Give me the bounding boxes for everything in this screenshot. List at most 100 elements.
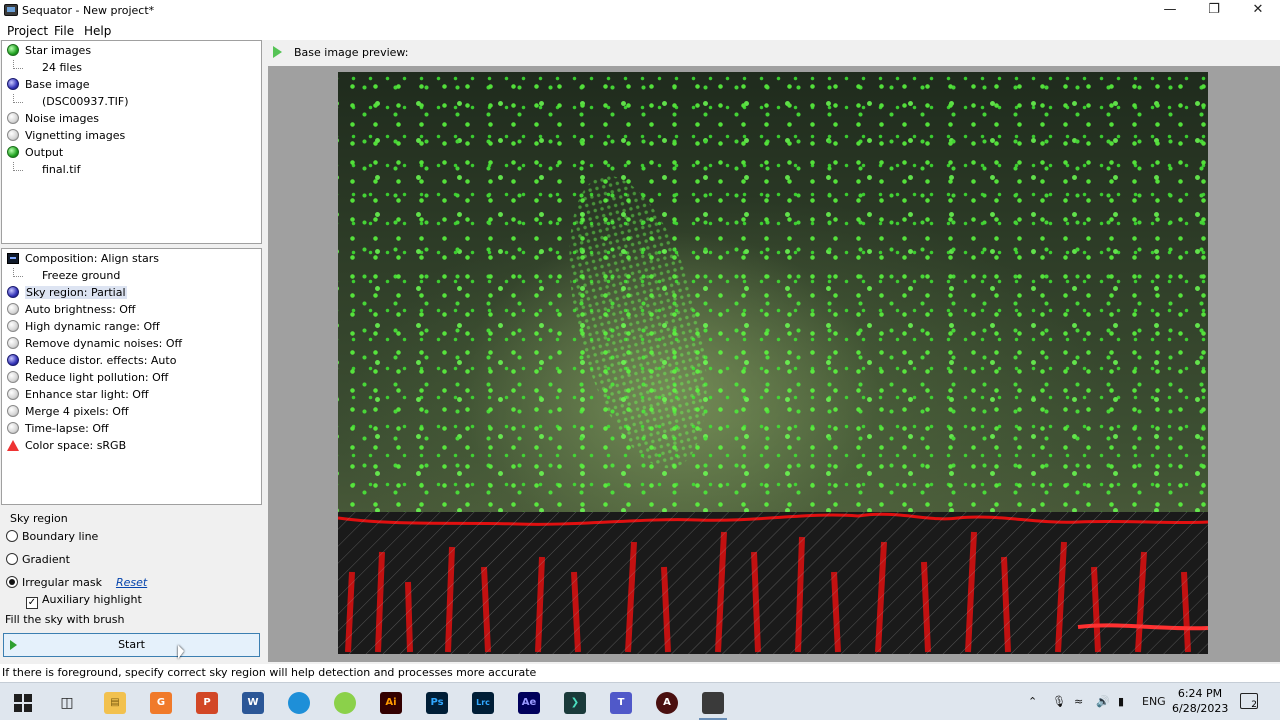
- taskbar-clock[interactable]: 6:24 PM 6/28/2023: [1172, 686, 1228, 716]
- output-label: Output: [25, 146, 64, 159]
- play-icon: [10, 640, 17, 650]
- tree-star-images[interactable]: Star images: [7, 43, 91, 59]
- setting-color-space[interactable]: Color space: sRGB: [7, 438, 126, 454]
- base-image-file[interactable]: (DSC00937.TIF): [42, 94, 129, 110]
- status-blue-icon: [7, 286, 19, 298]
- notification-icon[interactable]: 2: [1240, 693, 1258, 710]
- status-bar: If there is foreground, specify correct …: [0, 664, 1280, 682]
- vignetting-images-label: Vignetting images: [25, 129, 126, 142]
- sequator-taskbar-icon[interactable]: [702, 692, 724, 714]
- reduce-distortion-label: Reduce distor. effects: Auto: [25, 354, 177, 367]
- setting-sky-region[interactable]: Sky region: Partial: [7, 285, 127, 301]
- after-effects-icon[interactable]: Ae: [518, 692, 540, 714]
- gradient-radio[interactable]: Gradient: [6, 552, 70, 568]
- tree-output[interactable]: Output: [7, 145, 63, 161]
- tree-base-image[interactable]: Base image: [7, 77, 90, 93]
- close-icon[interactable]: ✕: [1236, 0, 1280, 22]
- sky-region-label: Sky region: Partial: [25, 286, 127, 299]
- start-button[interactable]: Start: [3, 633, 260, 657]
- composition-icon: [7, 253, 19, 264]
- tree-noise-images[interactable]: Noise images: [7, 111, 99, 127]
- app-a-icon[interactable]: A: [656, 692, 678, 714]
- tree-connector: [13, 268, 23, 277]
- enhance-star-label: Enhance star light: Off: [25, 388, 149, 401]
- minimize-icon[interactable]: —: [1148, 0, 1192, 22]
- setting-composition[interactable]: Composition: Align stars: [7, 251, 159, 267]
- battery-icon[interactable]: ▮: [1118, 692, 1124, 712]
- maximize-icon[interactable]: ❐: [1192, 0, 1236, 22]
- status-gray-icon: [7, 129, 19, 141]
- status-gray-icon: [7, 422, 19, 434]
- status-blue-icon: [7, 78, 19, 90]
- auxiliary-highlight-label: Auxiliary highlight: [42, 593, 142, 606]
- setting-time-lapse[interactable]: Time-lapse: Off: [7, 421, 109, 437]
- noise-images-label: Noise images: [25, 112, 100, 125]
- notification-count: 2: [1251, 700, 1257, 710]
- tree-connector: [13, 94, 23, 103]
- volume-icon[interactable]: 🔊: [1096, 692, 1110, 712]
- setting-merge-4-pixels[interactable]: Merge 4 pixels: Off: [7, 404, 129, 420]
- menu-project[interactable]: Project: [7, 24, 48, 38]
- remove-noises-label: Remove dynamic noises: Off: [25, 337, 183, 350]
- preview-label: Base image preview:: [294, 46, 409, 59]
- task-view-icon[interactable]: ◫: [56, 692, 78, 714]
- clock-time: 6:24 PM: [1177, 687, 1223, 700]
- setting-remove-dynamic-noises[interactable]: Remove dynamic noises: Off: [7, 336, 182, 352]
- title-bar: Sequator - New project* — ❐ ✕: [0, 0, 1280, 22]
- setting-auto-brightness[interactable]: Auto brightness: Off: [7, 302, 136, 318]
- status-gray-icon: [7, 303, 19, 315]
- status-gray-icon: [7, 388, 19, 400]
- file-explorer-icon[interactable]: ▤: [104, 692, 126, 714]
- radio-unselected-icon: [6, 553, 18, 565]
- taskbar: ◫ ▤ G P W Ai Ps Lrc Ae ❯ T A ⌃ 🎙 ≈ 🔊 ▮ E…: [0, 682, 1280, 720]
- tree-connector: [13, 162, 23, 171]
- status-gray-icon: [7, 112, 19, 124]
- gradient-label: Gradient: [22, 553, 70, 566]
- language-indicator[interactable]: ENG: [1142, 692, 1166, 712]
- terminal-app-icon[interactable]: ❯: [564, 692, 586, 714]
- arrow-right-icon: [273, 46, 282, 58]
- setting-high-dynamic-range[interactable]: High dynamic range: Off: [7, 319, 160, 335]
- green-app-icon[interactable]: [334, 692, 356, 714]
- start-label: Start: [118, 638, 145, 651]
- mouse-cursor-icon: [178, 645, 184, 659]
- teams-icon[interactable]: T: [610, 692, 632, 714]
- status-blue-icon: [7, 354, 19, 366]
- boundary-line-radio[interactable]: Boundary line: [6, 529, 98, 545]
- auto-brightness-label: Auto brightness: Off: [25, 303, 136, 316]
- microphone-icon[interactable]: 🎙: [1052, 692, 1066, 712]
- word-icon[interactable]: W: [242, 692, 264, 714]
- base-image-preview[interactable]: [338, 72, 1208, 654]
- auxiliary-highlight-checkbox[interactable]: ✓ Auxiliary highlight: [26, 592, 142, 609]
- color-space-icon: [7, 440, 19, 451]
- menu-file[interactable]: File: [54, 24, 74, 38]
- files-tree-panel: Star images 24 files Base image (DSC0093…: [1, 40, 262, 244]
- freeze-ground-option[interactable]: Freeze ground: [42, 268, 120, 284]
- output-file[interactable]: final.tif: [42, 162, 80, 178]
- menu-bar: Project File Help: [0, 22, 1280, 40]
- setting-reduce-light-pollution[interactable]: Reduce light pollution: Off: [7, 370, 168, 386]
- photoshop-icon[interactable]: Ps: [426, 692, 448, 714]
- checkbox-checked-icon: ✓: [26, 597, 38, 609]
- tree-vignetting-images[interactable]: Vignetting images: [7, 128, 125, 144]
- edge-icon[interactable]: [288, 692, 310, 714]
- illustrator-icon[interactable]: Ai: [380, 692, 402, 714]
- wifi-icon[interactable]: ≈: [1074, 692, 1083, 712]
- window-title: Sequator - New project*: [22, 4, 155, 17]
- powerpoint-icon[interactable]: P: [196, 692, 218, 714]
- irregular-mask-radio[interactable]: Irregular mask Reset: [6, 575, 147, 591]
- foreground-mask: [338, 512, 1208, 654]
- time-lapse-label: Time-lapse: Off: [25, 422, 109, 435]
- menu-help[interactable]: Help: [84, 24, 111, 38]
- setting-enhance-star-light[interactable]: Enhance star light: Off: [7, 387, 149, 403]
- windows-start-icon[interactable]: [14, 694, 32, 712]
- orange-app-icon[interactable]: G: [150, 692, 172, 714]
- setting-reduce-distortion[interactable]: Reduce distor. effects: Auto: [7, 353, 176, 369]
- star-images-count[interactable]: 24 files: [42, 60, 82, 76]
- tray-chevron-up-icon[interactable]: ⌃: [1028, 692, 1037, 712]
- lightroom-icon[interactable]: Lrc: [472, 692, 494, 714]
- composition-label: Composition: Align stars: [25, 252, 160, 265]
- star-images-label: Star images: [25, 44, 92, 57]
- reset-link[interactable]: Reset: [116, 576, 147, 589]
- hdr-label: High dynamic range: Off: [25, 320, 160, 333]
